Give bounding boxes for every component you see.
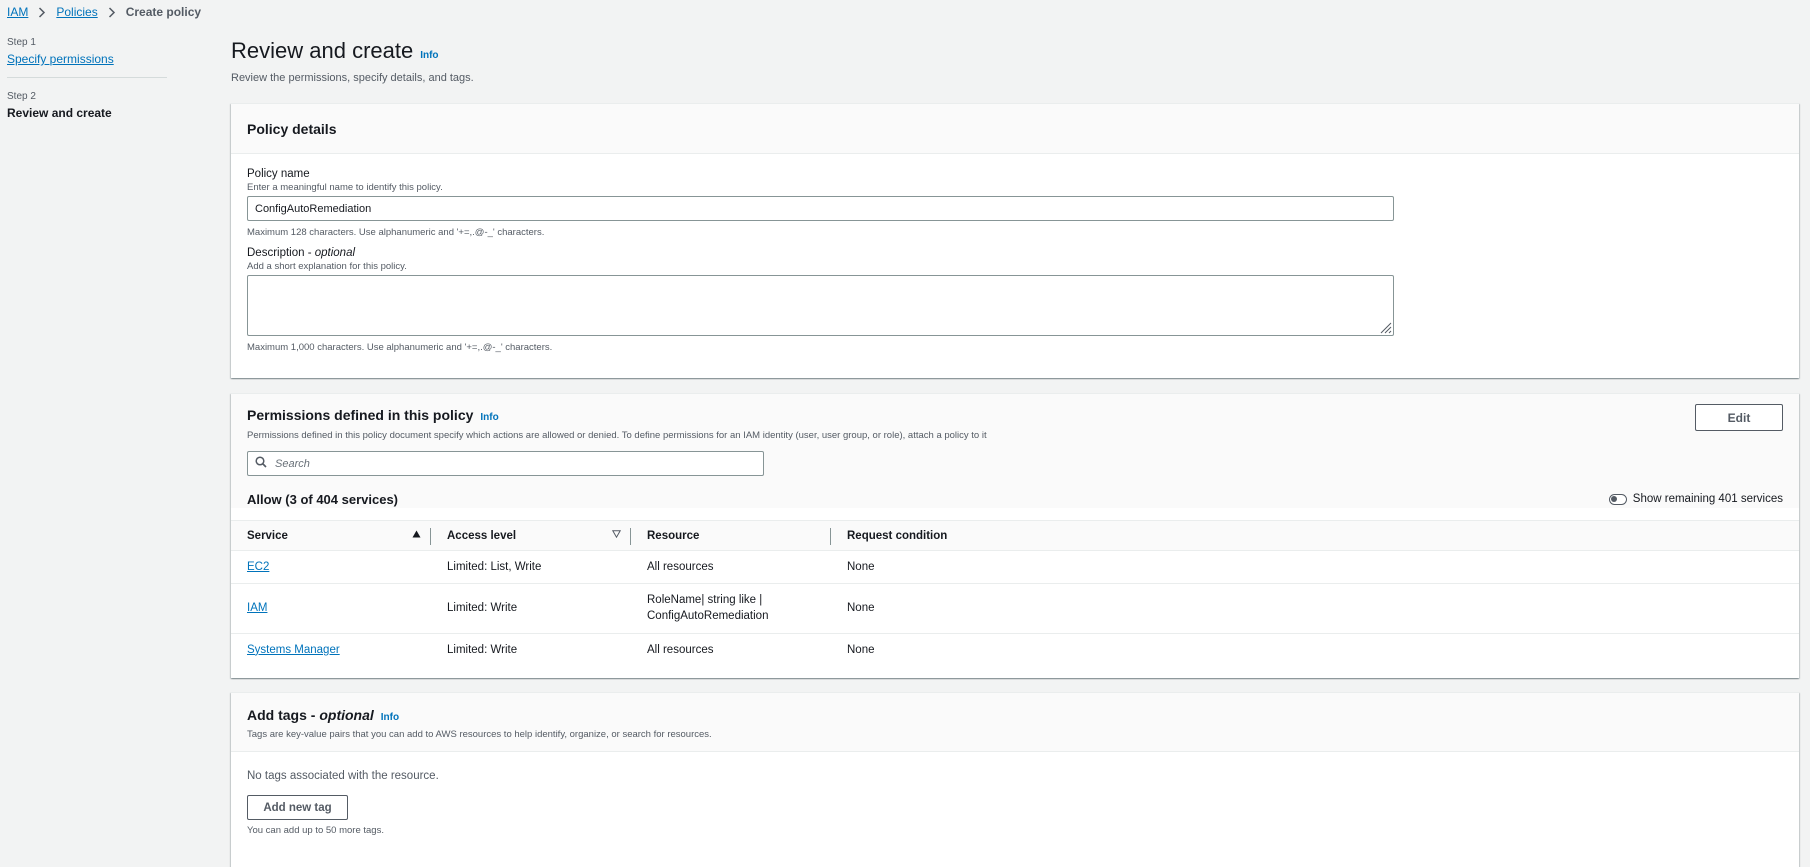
- column-service[interactable]: Service: [231, 520, 431, 551]
- description-help: Add a short explanation for this policy.: [247, 261, 407, 272]
- breadcrumb-iam[interactable]: IAM: [7, 5, 28, 19]
- step-divider: [7, 77, 167, 78]
- condition-cell: None: [847, 643, 875, 656]
- main-content: Review and create Info Review the permis…: [231, 38, 1799, 867]
- column-access-label: Access level: [447, 529, 517, 542]
- breadcrumb-current: Create policy: [125, 5, 202, 19]
- resource-line-1: All resources: [647, 643, 714, 656]
- add-tags-panel: Add tags - optional Info Tags are key-va…: [231, 692, 1799, 867]
- table-row: EC2 Limited: List, Write All resources N…: [231, 550, 1799, 584]
- search-placeholder: Search: [275, 457, 310, 470]
- condition-cell: None: [831, 550, 1799, 584]
- service-link[interactable]: Systems Manager: [247, 644, 340, 656]
- step-1-label: Step 1: [7, 37, 36, 48]
- resource-cell: RoleName| string like | ConfigAutoRemedi…: [631, 583, 831, 634]
- access-level-cell: Limited: Write: [431, 583, 631, 634]
- column-resource: Resource: [631, 520, 831, 551]
- policy-details-panel: Policy details Policy name Enter a meani…: [231, 103, 1799, 378]
- permissions-table: Service Access level Resource Request co…: [231, 520, 1799, 666]
- add-new-tag-button[interactable]: Add new tag: [247, 795, 348, 820]
- wizard-steps: Step 1 Specify permissions Step 2 Review…: [7, 37, 167, 120]
- add-tags-title-row: Add tags - optional Info: [247, 707, 1783, 723]
- column-request-condition: Request condition: [831, 520, 1799, 551]
- allow-header: Allow (3 of 404 services) Show remaining…: [247, 490, 1783, 508]
- access-level-cell: Limited: List, Write: [431, 550, 631, 584]
- add-tags-title-text: Add tags -: [247, 707, 320, 723]
- permissions-description: Permissions defined in this policy docum…: [247, 430, 987, 441]
- policy-name-label: Policy name: [247, 168, 310, 180]
- page-title: Review and create: [231, 38, 414, 63]
- policy-name-constraint: Maximum 128 characters. Use alphanumeric…: [247, 227, 545, 238]
- no-tags-message: No tags associated with the resource.: [247, 770, 439, 782]
- sort-ascending-icon[interactable]: [412, 530, 421, 540]
- resource-line-1: RoleName| string like |: [647, 593, 763, 606]
- breadcrumb-policies[interactable]: Policies: [56, 5, 97, 19]
- resource-line-1: All resources: [647, 561, 714, 573]
- allow-title: Allow (3 of 404 services): [247, 491, 399, 507]
- toggle-off-icon[interactable]: [1608, 493, 1627, 505]
- add-tags-title: Add tags - optional: [247, 707, 374, 723]
- table-row: Systems Manager Limited: Write All resou…: [231, 634, 1799, 666]
- service-link[interactable]: EC2: [247, 561, 269, 573]
- step-1-link[interactable]: Specify permissions: [7, 52, 114, 66]
- table-row: IAM Limited: Write RoleName| string like…: [231, 583, 1799, 634]
- description-label: Description - optional: [247, 247, 1783, 259]
- search-input[interactable]: Search: [247, 451, 764, 476]
- description-optional: optional: [314, 247, 356, 259]
- show-remaining-toggle[interactable]: Show remaining 401 services: [1608, 493, 1783, 505]
- tags-limit-hint: You can add up to 50 more tags.: [247, 825, 384, 836]
- edit-button[interactable]: Edit: [1695, 404, 1783, 431]
- page-info-link[interactable]: Info: [420, 50, 438, 61]
- description-constraint: Maximum 1,000 characters. Use alphanumer…: [247, 342, 553, 353]
- column-condition-label: Request condition: [847, 529, 948, 542]
- chevron-right-icon: [34, 6, 50, 18]
- policy-details-header: Policy details: [231, 104, 1799, 154]
- add-tags-header: Add tags - optional Info Tags are key-va…: [231, 693, 1799, 752]
- resource-line-2: ConfigAutoRemediation: [647, 609, 769, 622]
- access-level-cell: Limited: Write: [447, 643, 518, 656]
- policy-details-title: Policy details: [247, 120, 337, 137]
- column-resource-label: Resource: [647, 529, 700, 542]
- condition-cell: None: [831, 583, 1799, 634]
- policy-name-description: Enter a meaningful name to identify this…: [247, 182, 443, 193]
- sort-descending-icon[interactable]: [611, 530, 622, 540]
- search-icon: [255, 456, 267, 471]
- show-remaining-label: Show remaining 401 services: [1632, 493, 1783, 505]
- permissions-title: Permissions defined in this policy: [247, 407, 474, 423]
- resize-grip-icon[interactable]: [1378, 320, 1392, 334]
- add-tags-description: Tags are key-value pairs that you can ad…: [247, 729, 712, 740]
- permissions-header: Permissions defined in this policy Info …: [231, 394, 1799, 508]
- policy-name-input[interactable]: ConfigAutoRemediation: [247, 196, 1394, 221]
- table-header-row: Service Access level Resource Request co…: [231, 520, 1799, 551]
- page-header: Review and create Info: [231, 38, 1799, 64]
- page-subtitle: Review the permissions, specify details,…: [231, 72, 474, 84]
- step-2-current: Review and create: [7, 106, 112, 120]
- resource-cell: All resources: [631, 550, 831, 584]
- description-label-text: Description -: [247, 247, 315, 259]
- description-textarea[interactable]: [247, 275, 1394, 336]
- add-tags-info-link[interactable]: Info: [381, 712, 399, 723]
- add-tags-optional: optional: [319, 707, 374, 723]
- permissions-title-row: Permissions defined in this policy Info: [247, 407, 1783, 423]
- column-service-label: Service: [247, 529, 288, 542]
- permissions-info-link[interactable]: Info: [480, 412, 498, 423]
- chevron-right-icon: [104, 6, 120, 18]
- service-link[interactable]: IAM: [247, 602, 267, 614]
- resource-cell: All resources: [631, 634, 831, 666]
- column-access-level[interactable]: Access level: [431, 520, 631, 551]
- step-2-label: Step 2: [7, 91, 36, 102]
- permissions-panel: Permissions defined in this policy Info …: [231, 393, 1799, 678]
- breadcrumb: IAM Policies Create policy: [7, 5, 201, 19]
